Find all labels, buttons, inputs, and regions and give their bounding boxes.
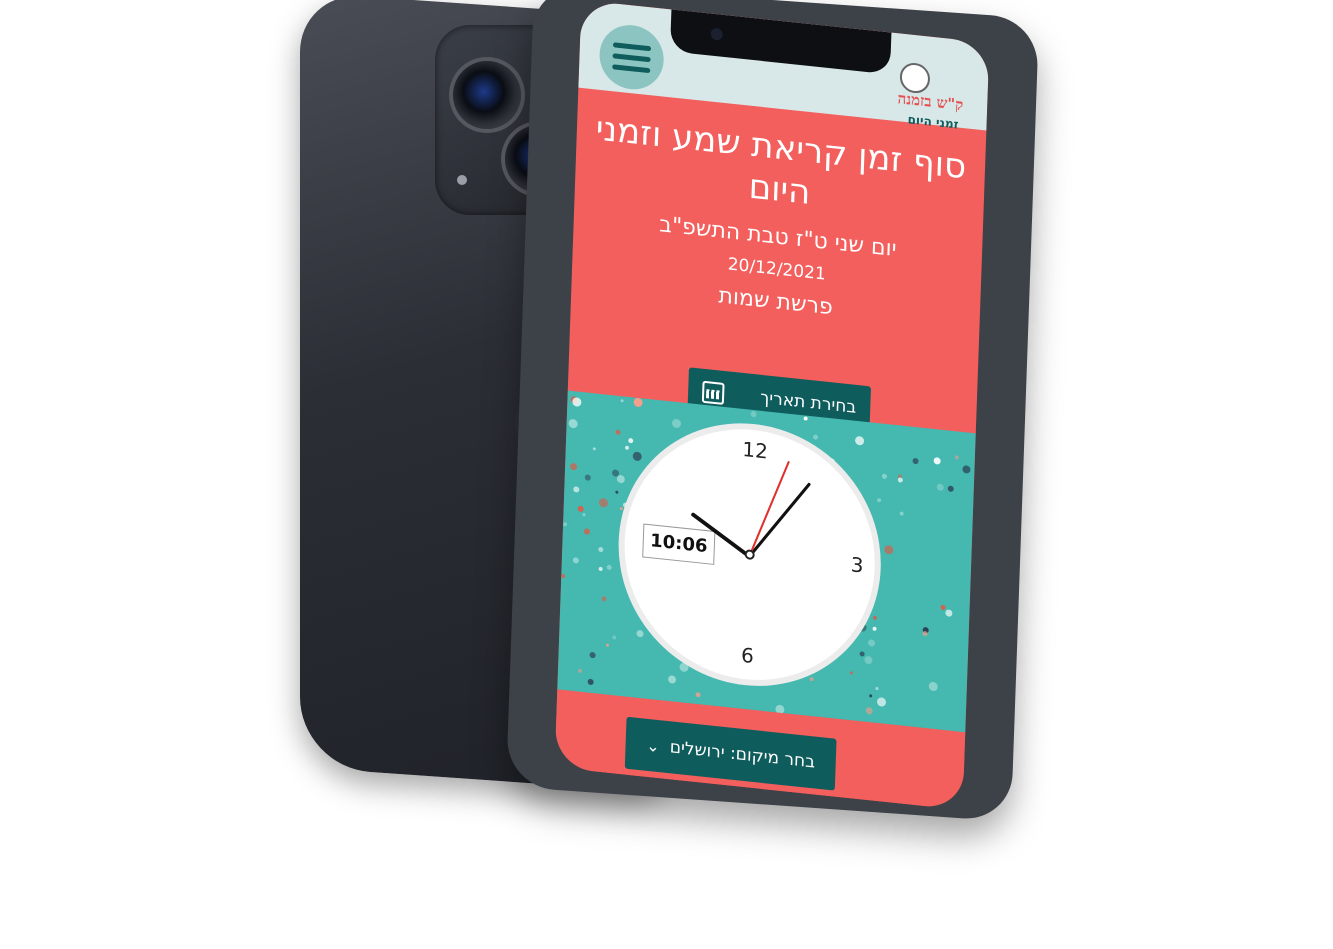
device-mockup: ● ק"ש בזמנה זמני היום סוף זמן קר	[0, 0, 1333, 949]
confetti-dot	[912, 457, 919, 465]
flash-icon	[457, 175, 467, 185]
confetti-dot	[606, 564, 612, 571]
confetti-dot	[750, 410, 757, 418]
confetti-dot	[922, 630, 928, 637]
confetti-dot	[884, 544, 894, 555]
second-hand	[748, 460, 790, 557]
confetti-dot	[940, 604, 946, 611]
confetti-dot	[615, 490, 619, 494]
hero-section: סוף זמן קריאת שמע וזמני היום יום שני ט"ז…	[568, 88, 986, 433]
menu-icon	[612, 63, 651, 73]
analog-clock: 12 3 6 10:06	[620, 416, 880, 693]
confetti-dot	[633, 397, 643, 408]
confetti-dot	[572, 397, 582, 407]
camera-lens-icon	[453, 61, 521, 129]
confetti-dot	[577, 505, 584, 513]
chevron-down-icon: ⌄	[646, 735, 661, 756]
front-camera-icon	[710, 27, 723, 41]
confetti-dot	[561, 573, 566, 579]
confetti-dot	[636, 629, 644, 638]
confetti-dot	[616, 474, 625, 484]
clock-number-6: 6	[740, 642, 755, 669]
confetti-dot	[854, 435, 865, 446]
confetti-dot	[947, 485, 954, 493]
confetti-dot	[615, 429, 621, 436]
logo-text: ק"ש בזמנה	[897, 89, 964, 115]
confetti-dot	[573, 486, 580, 493]
confetti-dot	[620, 399, 624, 403]
confetti-dot	[962, 465, 971, 474]
confetti-dot	[872, 615, 878, 621]
select-location-label: בחר מיקום: ירושלים	[669, 737, 816, 773]
confetti-dot	[869, 694, 873, 698]
confetti-dot	[872, 626, 877, 631]
confetti-dot	[928, 681, 938, 692]
menu-button[interactable]	[598, 22, 665, 93]
confetti-dot	[592, 447, 596, 451]
confetti-dot	[584, 474, 591, 481]
confetti-dot	[572, 557, 579, 564]
confetti-dot	[864, 655, 873, 665]
confetti-dot	[628, 437, 634, 444]
confetti-dot	[876, 697, 887, 707]
confetti-dot	[569, 462, 578, 471]
confetti-dot	[667, 675, 677, 684]
confetti-dot	[695, 691, 701, 698]
confetti-dot	[582, 513, 586, 517]
confetti-dot	[632, 451, 642, 462]
confetti-dot	[679, 662, 689, 673]
confetti-dot	[933, 457, 941, 465]
confetti-dot	[598, 546, 604, 553]
confetti-dot	[612, 635, 617, 640]
minute-hand	[748, 482, 812, 558]
confetti-dot	[812, 434, 819, 440]
confetti-dot	[936, 483, 944, 492]
confetti-dot	[563, 522, 568, 527]
clock-number-3: 3	[850, 552, 864, 578]
confetti-dot	[624, 445, 630, 450]
confetti-dot	[671, 418, 682, 429]
menu-icon	[612, 52, 651, 62]
confetti-dot	[849, 671, 853, 675]
confetti-dot	[945, 609, 953, 617]
phone-screen: ק"ש בזמנה זמני היום סוף זמן קריאת שמע וז…	[554, 0, 990, 811]
confetti-dot	[598, 497, 609, 508]
confetti-dot	[598, 566, 603, 572]
confetti-dot	[583, 528, 591, 535]
confetti-dot	[875, 686, 879, 691]
confetti-dot	[611, 469, 620, 477]
confetti-dot	[876, 498, 882, 503]
clock-number-12: 12	[741, 436, 769, 464]
confetti-dot	[619, 507, 623, 511]
confetti-dot	[867, 639, 876, 647]
confetti-dot	[601, 596, 607, 602]
confetti-dot	[589, 651, 596, 659]
clock-center	[744, 549, 755, 561]
front-phone: ק"ש בזמנה זמני היום סוף זמן קריאת שמע וז…	[505, 0, 1040, 822]
confetti-dot	[954, 455, 959, 460]
confetti-dot	[859, 651, 865, 657]
confetti-dot	[587, 678, 594, 686]
confetti-dot	[803, 416, 808, 421]
confetti-dot	[622, 502, 629, 508]
menu-icon	[612, 41, 652, 51]
confetti-dot	[809, 676, 814, 682]
confetti-dot	[897, 477, 903, 483]
confetti-dot	[899, 511, 904, 516]
confetti-dot	[577, 668, 583, 674]
digital-time: 10:06	[642, 523, 716, 565]
confetti-dot	[865, 706, 873, 715]
calendar-icon	[701, 380, 725, 405]
confetti-dot	[568, 418, 578, 429]
clock-section: 12 3 6 10:06	[557, 390, 976, 733]
confetti-dot	[858, 623, 867, 632]
confetti-dot	[605, 643, 610, 647]
confetti-dot	[881, 473, 888, 480]
